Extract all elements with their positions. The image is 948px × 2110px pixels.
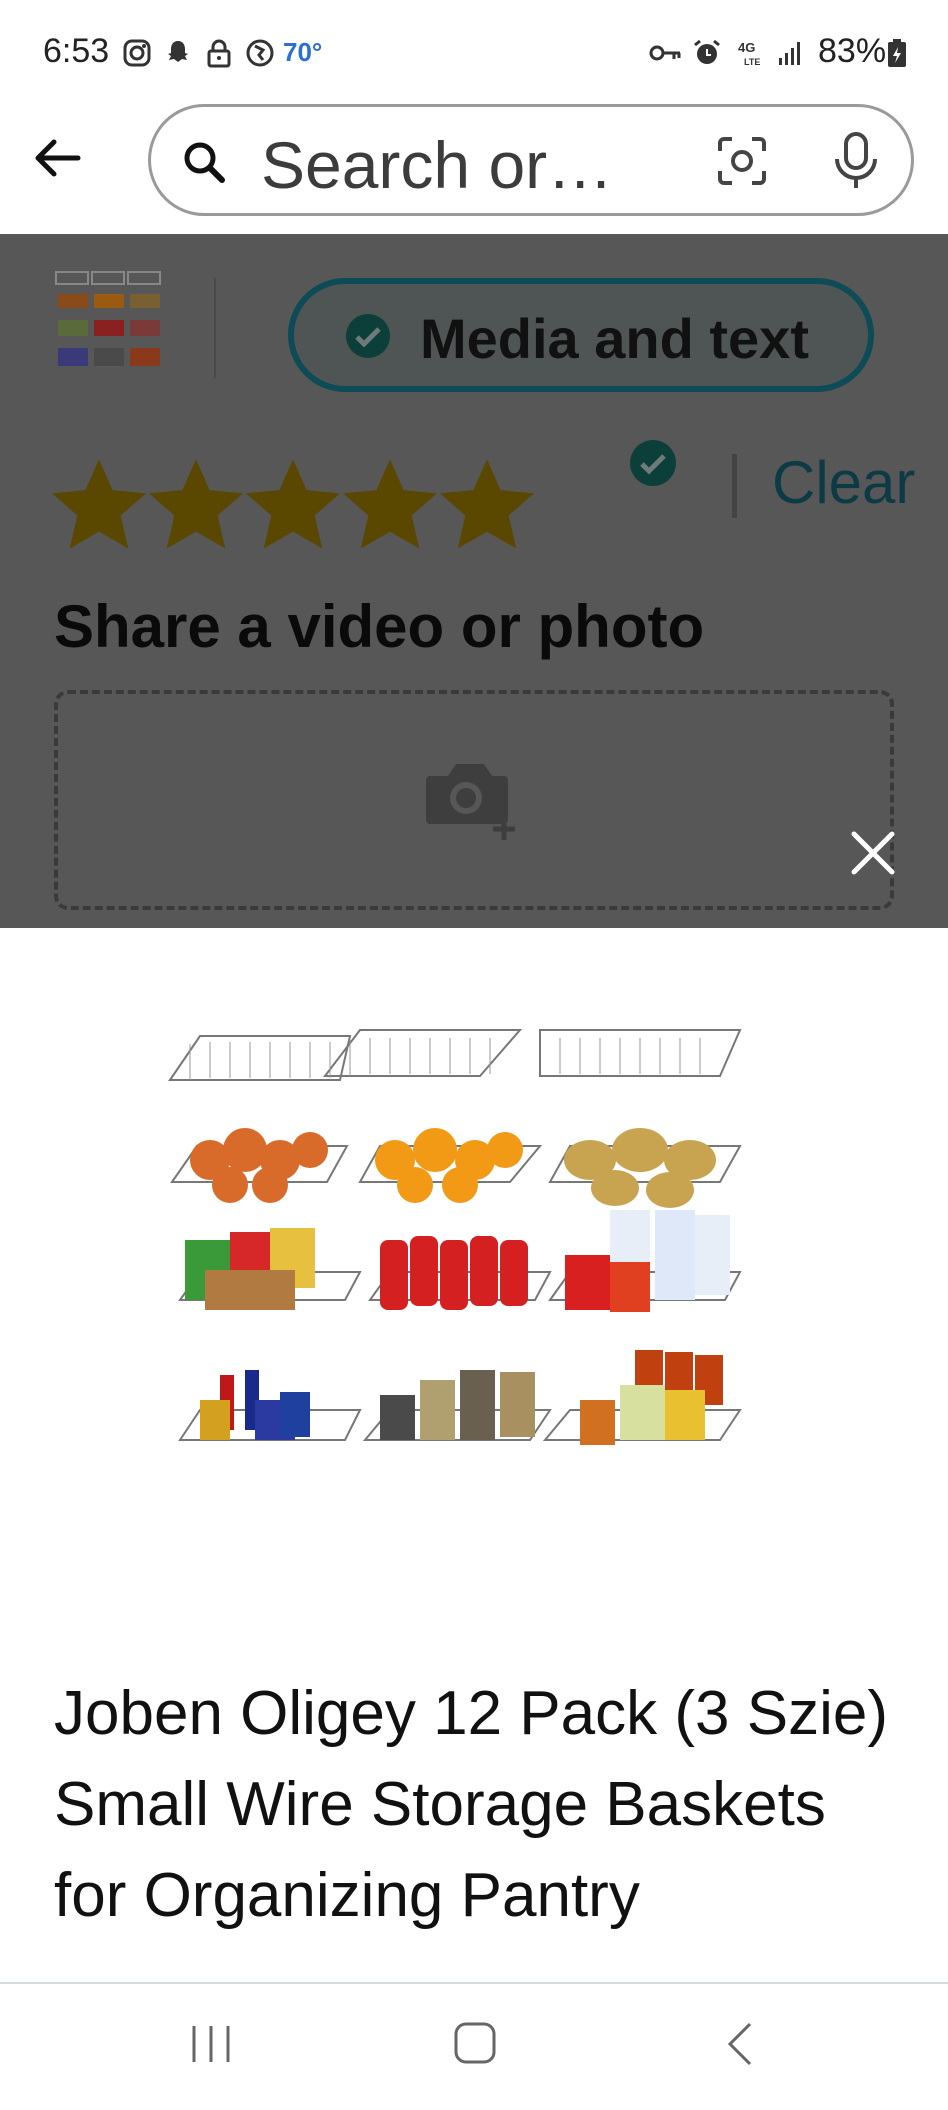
- check-icon: [630, 440, 676, 486]
- search-placeholder: Search or…: [261, 128, 614, 202]
- product-thumbnail[interactable]: [54, 266, 164, 376]
- close-icon[interactable]: [848, 828, 898, 878]
- star-icon[interactable]: [440, 460, 534, 550]
- divider: [214, 278, 216, 378]
- search-icon: [184, 142, 225, 183]
- svg-text:4G: 4G: [738, 40, 755, 55]
- lock-icon: [207, 39, 231, 68]
- camera-add-icon: [426, 764, 515, 840]
- star-icon[interactable]: [149, 460, 243, 550]
- status-bar: 6:53 70° 4G LTE 83%: [0, 0, 948, 104]
- svg-text:LTE: LTE: [744, 57, 760, 67]
- battery-percent: 83%: [818, 32, 887, 70]
- signal-icon: [779, 42, 800, 65]
- instagram-icon: [123, 39, 151, 67]
- nav-home-icon[interactable]: [452, 2020, 498, 2066]
- status-time: 6:53: [43, 32, 110, 70]
- alarm-icon: [694, 39, 720, 64]
- clear-rating-link[interactable]: Clear: [772, 448, 915, 517]
- star-icon[interactable]: [343, 460, 437, 550]
- camera-icon[interactable]: [716, 135, 768, 187]
- back-arrow-icon[interactable]: [28, 128, 88, 188]
- vpn-key-icon: [649, 45, 681, 61]
- media-upload-area[interactable]: [54, 690, 894, 910]
- product-title-container: Joben Oligey 12 Pack (3 Szie) Small Wire…: [0, 1668, 948, 1982]
- snapchat-icon: [168, 41, 188, 62]
- media-toggle-label: Media and text: [420, 307, 809, 370]
- star-icon[interactable]: [246, 460, 340, 550]
- battery-icon: [888, 39, 906, 67]
- search-input[interactable]: Search or…: [148, 104, 914, 216]
- star-icon[interactable]: [52, 460, 146, 550]
- nav-back-icon[interactable]: [724, 2020, 754, 2068]
- temperature: 70°: [283, 37, 323, 67]
- product-image[interactable]: [160, 1000, 790, 1620]
- divider: [732, 454, 737, 518]
- product-title[interactable]: Joben Oligey 12 Pack (3 Szie) Small Wire…: [54, 1668, 894, 1941]
- weather-icon: [246, 39, 274, 67]
- nav-recent-icon[interactable]: [188, 2022, 234, 2066]
- system-nav-bar: [0, 1982, 948, 2110]
- check-icon: [346, 314, 390, 358]
- lte-icon: 4G LTE: [738, 40, 760, 67]
- mic-icon[interactable]: [831, 131, 881, 191]
- share-media-heading: Share a video or photo: [54, 593, 705, 660]
- media-and-text-toggle[interactable]: Media and text: [288, 278, 874, 392]
